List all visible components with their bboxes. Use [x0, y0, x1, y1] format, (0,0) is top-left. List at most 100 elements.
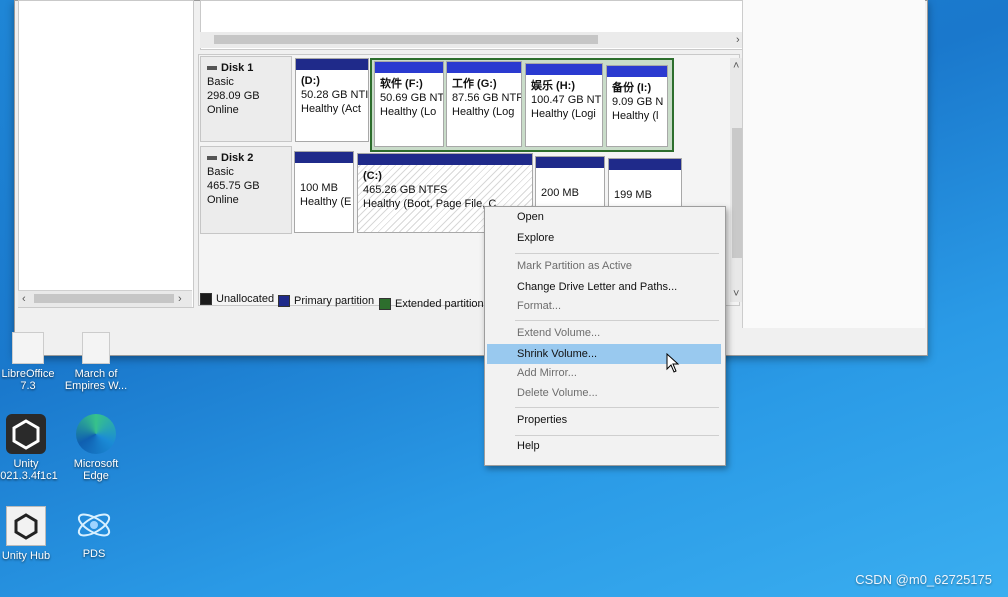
partition-efi[interactable]: 100 MB Healthy (E: [294, 151, 354, 233]
menu-item-delete-volume[interactable]: Delete Volume...: [487, 383, 721, 403]
menu-item-extend-volume[interactable]: Extend Volume...: [487, 323, 721, 343]
edge-icon: [76, 414, 116, 454]
partition-name: 工作 (G:): [452, 78, 497, 90]
partition-fs: 87.56 GB NTF: [452, 92, 522, 104]
desktop-icon-label: Unity 2021.3.4f1c1: [0, 458, 58, 482]
scroll-left-icon[interactable]: ‹: [22, 291, 26, 307]
partition-health: Healthy (Logi: [531, 108, 596, 120]
partition-f[interactable]: 软件 (F:) 50.69 GB NT Healthy (Lo: [374, 61, 444, 147]
desktop-icon-march-of-empires[interactable]: March of Empires W...: [64, 332, 128, 392]
legend-extended: Extended partition: [379, 298, 484, 311]
disk-size: 298.09 GB: [207, 90, 260, 102]
swatch-icon: [278, 295, 290, 308]
desktop-icon-unity-hub[interactable]: Unity Hub: [0, 506, 58, 562]
partition-health: Healthy (Lo: [380, 106, 437, 118]
swatch-icon: [379, 298, 391, 311]
partition-name: (D:): [301, 75, 320, 87]
console-tree-hscrollbar[interactable]: ‹ ›: [18, 290, 192, 307]
volume-list-hscrollbar[interactable]: ›: [200, 32, 752, 48]
menu-item-shrink-volume[interactable]: Shrink Volume...: [487, 344, 721, 364]
context-menu: Open Explore Mark Partition as Active Ch…: [484, 206, 726, 466]
menu-item-explore[interactable]: Explore: [487, 228, 721, 248]
scroll-right-icon[interactable]: ›: [736, 32, 740, 48]
legend-label: Extended partition: [395, 298, 484, 310]
menu-item-change-drive-letter[interactable]: Change Drive Letter and Paths...: [487, 277, 721, 297]
desktop-icon-libreoffice[interactable]: LibreOffice 7.3: [0, 332, 60, 392]
desktop-icon-label: Unity Hub: [1, 550, 51, 562]
partition-bar: [607, 66, 667, 77]
legend-unallocated: Unallocated: [200, 293, 274, 306]
disk-size: 465.75 GB: [207, 180, 260, 192]
partition-fs: 100 MB: [300, 182, 338, 194]
partition-bar: [536, 157, 604, 168]
disk-status: Online: [207, 194, 239, 206]
scroll-down-icon[interactable]: ˅: [733, 286, 739, 302]
desktop-icon-label: Microsoft Edge: [73, 458, 119, 482]
partition-fs: 50.69 GB NT: [380, 92, 444, 104]
partition-fs: 9.09 GB N: [612, 96, 664, 108]
watermark: CSDN @m0_62725175: [855, 572, 992, 587]
menu-separator: [515, 253, 719, 254]
scroll-thumb[interactable]: [732, 128, 742, 258]
disk-type: Basic: [207, 76, 234, 88]
scroll-thumb[interactable]: [214, 35, 598, 44]
partition-fs: 200 MB: [541, 187, 579, 199]
mouse-cursor-icon: [666, 353, 680, 373]
partition-name: 软件 (F:): [380, 78, 423, 90]
scroll-up-icon[interactable]: ˄: [733, 58, 739, 74]
partition-fs: 465.26 GB NTFS: [363, 184, 448, 196]
partition-i[interactable]: 备份 (I:) 9.09 GB N Healthy (l: [606, 65, 668, 147]
desktop-icon-label: PDS: [82, 548, 106, 560]
disk-label-disk2[interactable]: Disk 2 Basic 465.75 GB Online: [200, 146, 292, 234]
partition-bar: [295, 152, 353, 163]
partition-bar: [296, 59, 368, 70]
desktop-icon-label: March of Empires W...: [64, 368, 128, 392]
partition-bar: [526, 64, 602, 75]
partition-name: 备份 (I:): [612, 82, 652, 94]
pds-icon: [74, 506, 114, 544]
partition-bar: [358, 154, 532, 165]
partition-fs: 100.47 GB NT: [531, 94, 602, 106]
menu-item-properties[interactable]: Properties: [487, 410, 721, 430]
desktop-icon-label: LibreOffice 7.3: [1, 368, 55, 392]
menu-item-help[interactable]: Help: [487, 436, 721, 456]
swatch-icon: [200, 293, 212, 306]
partition-g[interactable]: 工作 (G:) 87.56 GB NTF Healthy (Log: [446, 61, 522, 147]
menu-separator: [515, 407, 719, 408]
actions-pane: [742, 0, 925, 328]
menu-item-format[interactable]: Format...: [487, 296, 721, 316]
legend-primary: Primary partition: [278, 295, 374, 308]
scroll-right-icon[interactable]: ›: [178, 291, 182, 307]
legend-label: Primary partition: [294, 295, 375, 307]
desktop-icon-edge[interactable]: Microsoft Edge: [64, 414, 128, 482]
disk-label-disk1[interactable]: Disk 1 Basic 298.09 GB Online: [200, 56, 292, 142]
desktop-icon-pds[interactable]: PDS: [62, 506, 126, 560]
console-tree-pane[interactable]: [18, 0, 194, 308]
partition-health: Healthy (Act: [301, 103, 361, 115]
libreoffice-icon: [12, 332, 44, 364]
partition-d[interactable]: (D:) 50.28 GB NTI Healthy (Act: [295, 58, 369, 142]
disk-type: Basic: [207, 166, 234, 178]
partition-fs: 199 MB: [614, 189, 652, 201]
legend-label: Unallocated: [216, 293, 275, 305]
partition-health: Healthy (Log: [452, 106, 515, 118]
disk-title: Disk 1: [207, 61, 285, 75]
partition-health: Healthy (l: [612, 110, 659, 122]
menu-separator: [515, 320, 719, 321]
partition-health: Healthy (E: [300, 196, 352, 208]
unity-hub-icon: [6, 506, 46, 546]
desktop-icon-unity[interactable]: Unity 2021.3.4f1c1: [0, 414, 58, 482]
partition-name: (C:): [363, 170, 382, 182]
partition-h[interactable]: 娱乐 (H:) 100.47 GB NT Healthy (Logi: [525, 63, 603, 147]
partition-fs: 50.28 GB NTI: [301, 89, 369, 101]
disk-status: Online: [207, 104, 239, 116]
unity-icon: [6, 414, 46, 454]
march-of-empires-icon: [82, 332, 110, 364]
scroll-thumb[interactable]: [34, 294, 174, 303]
partition-name: 娱乐 (H:): [531, 80, 575, 92]
partition-bar: [447, 62, 521, 73]
menu-item-open[interactable]: Open: [487, 207, 721, 227]
menu-item-mark-active[interactable]: Mark Partition as Active: [487, 256, 721, 276]
menu-item-add-mirror[interactable]: Add Mirror...: [487, 363, 721, 383]
disk-title: Disk 2: [207, 151, 285, 165]
